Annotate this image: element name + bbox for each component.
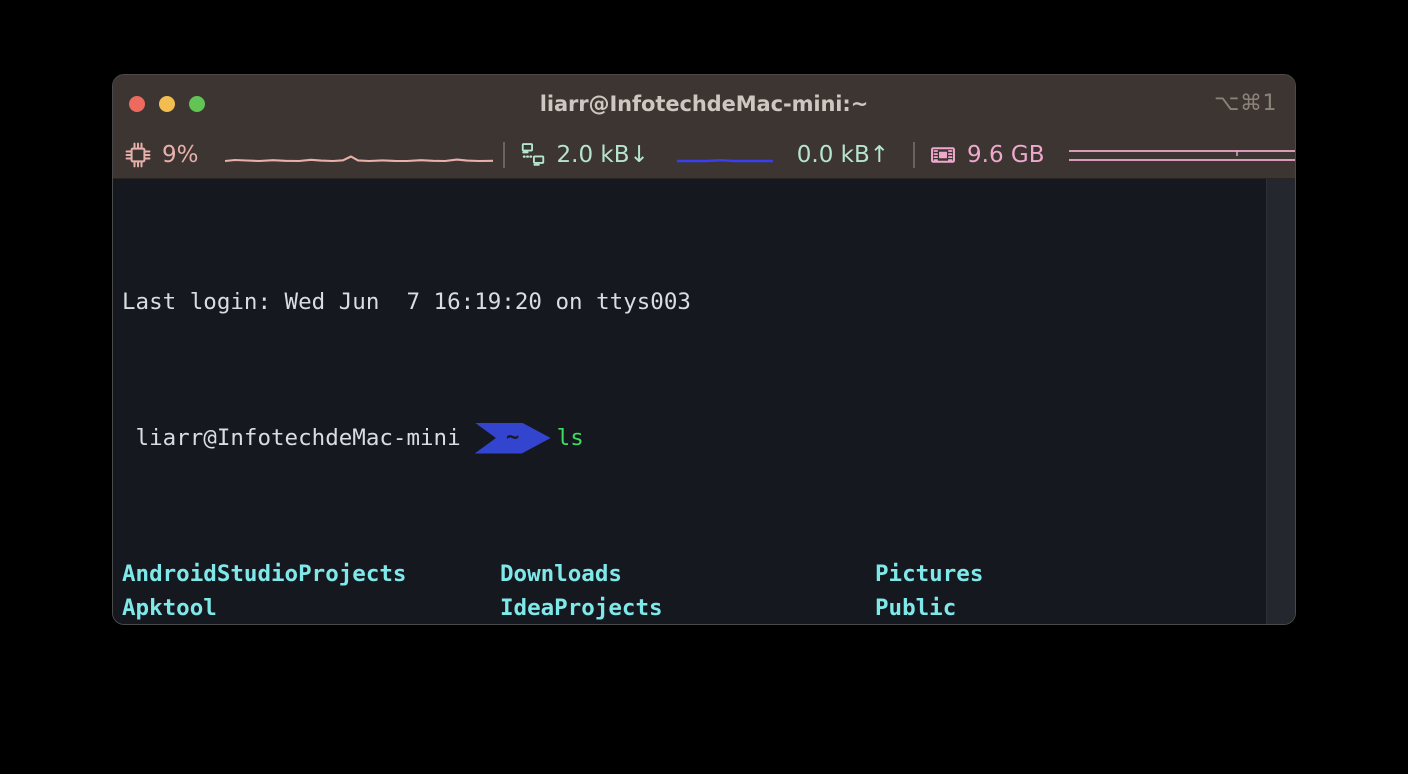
traffic-lights [129,75,205,132]
system-status-bar: 9% 2.0 kB↓ 0.0 kB↑ 9.6 GB [113,132,1295,179]
last-login-text: Last login: Wed Jun 7 16:19:20 on ttys00… [122,289,691,315]
network-icon [519,141,547,169]
window-title: liarr@InfotechdeMac-mini:~ [539,91,869,116]
window-title-bar[interactable]: liarr@InfotechdeMac-mini:~ ⌥⌘1 [113,75,1295,132]
ls-entry: Downloads [500,561,622,587]
ls-output-grid: AndroidStudioProjects Downloads Pictures Ap… [122,557,1265,624]
network-upload-value: 0.0 kB↑ [796,142,890,168]
prompt-user-host: liarr@InfotechdeMac-mini [122,425,461,451]
cpu-status-group[interactable]: 9% [113,132,493,178]
terminal-output[interactable]: Last login: Wed Jun 7 16:19:20 on ttys00… [122,183,1265,624]
cpu-sparkline [224,144,493,166]
ls-entry: Apktool [122,595,217,621]
memory-status-group[interactable]: 9.6 GB [915,132,1295,178]
cpu-chip-icon [124,141,152,169]
ls-entry: Public [875,595,957,621]
network-status-group[interactable]: 2.0 kB↓ 0.0 kB↑ [505,132,890,178]
ls-entry: Pictures [875,561,984,587]
network-sparkline [676,144,773,166]
cpu-usage-value: 9% [162,142,199,168]
prompt-line-command: liarr@InfotechdeMac-mini ~ ls [122,421,1265,455]
terminal-body[interactable]: Last login: Wed Jun 7 16:19:20 on ttys00… [113,179,1295,624]
scrollbar-gutter[interactable] [1266,179,1295,624]
minimize-button[interactable] [159,95,175,112]
entered-command: ls [556,425,584,451]
ls-entry: AndroidStudioProjects [122,561,407,587]
ls-entry: IdeaProjects [500,595,663,621]
last-login-line: Last login: Wed Jun 7 16:19:20 on ttys00… [122,285,1265,319]
memory-usage-value: 9.6 GB [967,142,1045,168]
close-button[interactable] [129,95,145,112]
memory-sparkline [1068,143,1295,167]
keyboard-shortcut-badge: ⌥⌘1 [1214,91,1277,116]
terminal-window[interactable]: liarr@InfotechdeMac-mini:~ ⌥⌘1 9% 2.0 kB… [113,75,1295,624]
prompt-path-segment: ~ [474,422,551,454]
memory-stick-icon [929,141,957,169]
network-download-value: 2.0 kB↓ [556,142,649,168]
maximize-button[interactable] [189,95,205,112]
